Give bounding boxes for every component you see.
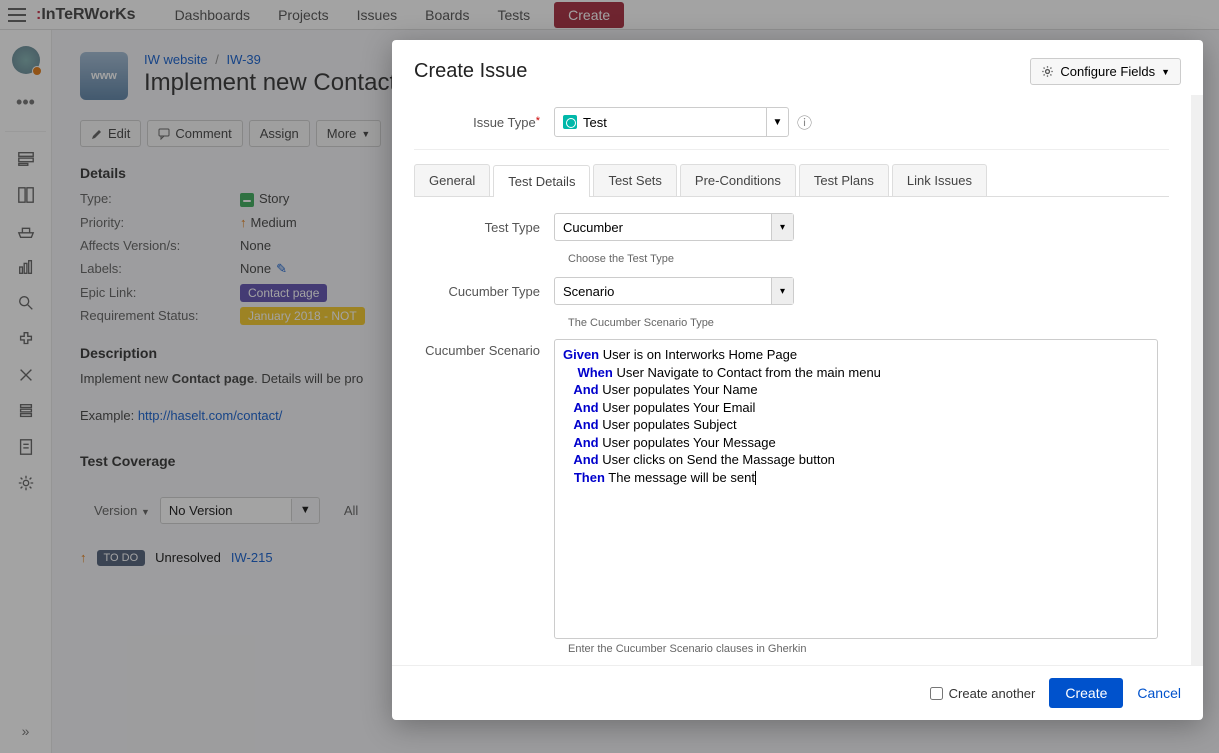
tab-link-issues[interactable]: Link Issues: [892, 164, 987, 196]
test-type-hint: Choose the Test Type: [568, 253, 1169, 265]
tab-test-plans[interactable]: Test Plans: [799, 164, 889, 196]
tab-pre-conditions[interactable]: Pre-Conditions: [680, 164, 796, 196]
test-type-label: Test Type: [414, 220, 554, 235]
help-icon[interactable]: ⓘ: [797, 112, 812, 133]
cucumber-type-label: Cucumber Type: [414, 284, 554, 299]
create-issue-dialog: Create Issue Configure Fields ▼ Issue Ty…: [392, 40, 1203, 720]
cancel-button[interactable]: Cancel: [1137, 685, 1181, 701]
chevron-down-icon[interactable]: ▾: [771, 214, 793, 240]
gear-icon: [1041, 65, 1054, 78]
create-another-input[interactable]: [930, 687, 943, 700]
tab-test-sets[interactable]: Test Sets: [593, 164, 676, 196]
dialog-title: Create Issue: [414, 60, 527, 83]
issue-type-label: Issue Type*: [414, 115, 554, 130]
scenario-label: Cucumber Scenario: [414, 339, 554, 358]
cucumber-type-hint: The Cucumber Scenario Type: [568, 317, 1169, 329]
dialog-tabs: General Test Details Test Sets Pre-Condi…: [414, 164, 1169, 197]
configure-fields-button[interactable]: Configure Fields ▼: [1030, 58, 1181, 85]
submit-button[interactable]: Create: [1049, 678, 1123, 708]
test-icon: [563, 115, 577, 129]
tab-general[interactable]: General: [414, 164, 490, 196]
scenario-hint: Enter the Cucumber Scenario clauses in G…: [568, 643, 1169, 655]
cucumber-type-select[interactable]: Scenario ▾: [554, 277, 794, 305]
chevron-down-icon[interactable]: ▾: [771, 278, 793, 304]
create-another-checkbox[interactable]: Create another: [930, 686, 1036, 701]
chevron-down-icon[interactable]: ▼: [766, 108, 788, 136]
tab-test-details[interactable]: Test Details: [493, 165, 590, 197]
scenario-editor[interactable]: Given User is on Interworks Home Page Wh…: [554, 339, 1158, 639]
test-type-select[interactable]: Cucumber ▾: [554, 213, 794, 241]
issue-type-select[interactable]: Test ▼: [554, 107, 789, 137]
